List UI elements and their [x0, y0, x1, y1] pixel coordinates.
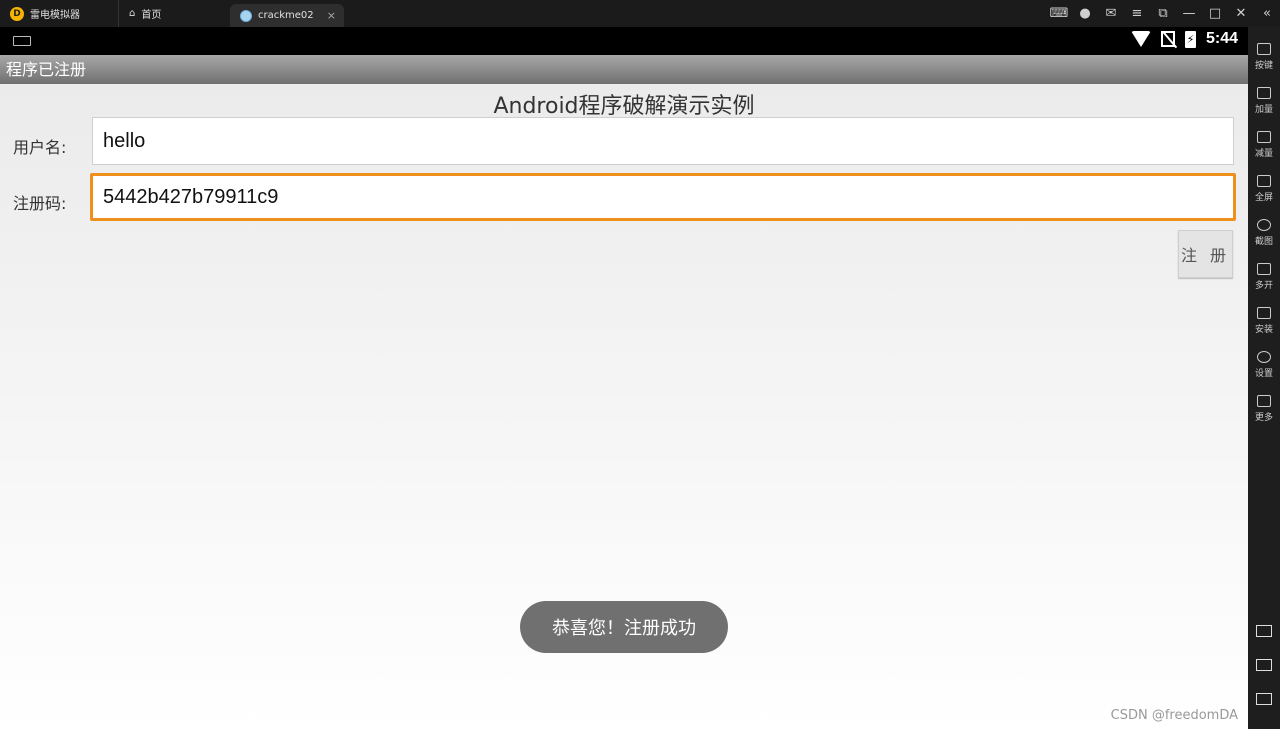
watermark: CSDN @freedomDA [1110, 708, 1238, 723]
sidebar-item-install[interactable]: 安装 [1248, 307, 1280, 335]
no-sim-icon [1160, 31, 1175, 47]
more-icon [1257, 395, 1271, 407]
sidebar-item-label: 减量 [1254, 149, 1273, 159]
gear-icon [1257, 351, 1271, 363]
username-label: 用户名: [13, 138, 67, 157]
keyboard-icon [1257, 43, 1271, 55]
apk-icon [1257, 307, 1271, 319]
keyboard-icon [13, 36, 31, 46]
menu-icon[interactable]: ≡ [1124, 6, 1150, 21]
sidebar-item-label: 更多 [1254, 413, 1273, 423]
app-brand: D 雷电模拟器 [0, 0, 118, 27]
action-bar-title: 程序已注册 [0, 55, 1248, 84]
clock: 5:44 [1205, 30, 1238, 47]
home-icon: ⌂ [129, 8, 136, 19]
tab-close-icon[interactable]: × [327, 9, 336, 22]
sidebar-item-more[interactable]: 更多 [1248, 395, 1280, 423]
app-name: 雷电模拟器 [30, 10, 80, 21]
sidebar-item-label: 设置 [1254, 369, 1273, 379]
sidebar-item-keys[interactable]: 按键 [1248, 43, 1280, 71]
close-icon[interactable]: ✕ [1228, 6, 1254, 21]
registration-code-input[interactable]: 5442b427b79911c9 [90, 173, 1236, 221]
tab-home[interactable]: ⌂ 首页 [118, 0, 230, 27]
multi-instance-icon [1257, 263, 1271, 275]
android-statusbar: ⚡ 5:44 [0, 27, 1248, 55]
home-nav-icon[interactable] [1256, 659, 1272, 671]
page-heading: Android程序破解演示实例 [493, 94, 755, 119]
wifi-icon [1130, 31, 1151, 47]
tab-crackme02[interactable]: crackme02 × [230, 4, 344, 27]
sidebar-item-volume-down[interactable]: 减量 [1248, 131, 1280, 159]
app-globe-icon [240, 9, 252, 22]
status-icons: ⚡ 5:44 [1130, 30, 1238, 48]
volume-up-icon [1257, 87, 1271, 99]
sidebar-item-label: 截图 [1254, 237, 1273, 247]
gamepad-icon[interactable]: ⌨ [1046, 6, 1072, 21]
battery-icon: ⚡ [1184, 30, 1196, 48]
back-icon[interactable] [1256, 625, 1272, 637]
app-screen: 程序已注册 Android程序破解演示实例 用户名: hello 注册码: 54… [0, 55, 1248, 729]
fit-icon[interactable]: ⧉ [1150, 6, 1176, 21]
sidebar-item-label: 按键 [1254, 61, 1273, 71]
mail-icon[interactable]: ✉ [1098, 6, 1124, 21]
tab-home-label: 首页 [141, 10, 162, 21]
username-input[interactable]: hello [92, 117, 1234, 165]
registration-code-label: 注册码: [13, 194, 67, 213]
sidebar-item-label: 多开 [1254, 281, 1273, 291]
recents-icon[interactable] [1256, 693, 1272, 705]
maximize-icon[interactable]: □ [1202, 6, 1228, 21]
sidebar-item-screenshot[interactable]: 截图 [1248, 219, 1280, 247]
sidebar-item-multi-instance[interactable]: 多开 [1248, 263, 1280, 291]
volume-down-icon [1257, 131, 1271, 143]
emulator-side-toolbar: 按键 加量 减量 全屏 截图 多开 安装 设置 更多 [1248, 27, 1280, 729]
sidebar-item-settings[interactable]: 设置 [1248, 351, 1280, 379]
sidebar-item-label: 全屏 [1254, 193, 1273, 203]
scissors-icon [1257, 219, 1271, 231]
ldplayer-logo-icon: D [10, 6, 24, 21]
window-controls: ⌨ ● ✉ ≡ ⧉ — □ ✕ « [1046, 0, 1280, 27]
register-button[interactable]: 注 册 [1178, 230, 1233, 278]
minimize-icon[interactable]: — [1176, 6, 1202, 21]
tab-active-label: crackme02 [258, 10, 314, 21]
user-icon[interactable]: ● [1072, 6, 1098, 21]
fullscreen-icon [1257, 175, 1271, 187]
sidebar-item-fullscreen[interactable]: 全屏 [1248, 175, 1280, 203]
sidebar-item-label: 加量 [1254, 105, 1273, 115]
sidebar-item-volume-up[interactable]: 加量 [1248, 87, 1280, 115]
emulator-titlebar: D 雷电模拟器 ⌂ 首页 crackme02 × ⌨ ● ✉ ≡ ⧉ — □ ✕… [0, 0, 1280, 27]
success-toast: 恭喜您！注册成功 [520, 601, 728, 653]
sidebar-item-label: 安装 [1254, 325, 1273, 335]
collapse-icon[interactable]: « [1254, 6, 1280, 21]
